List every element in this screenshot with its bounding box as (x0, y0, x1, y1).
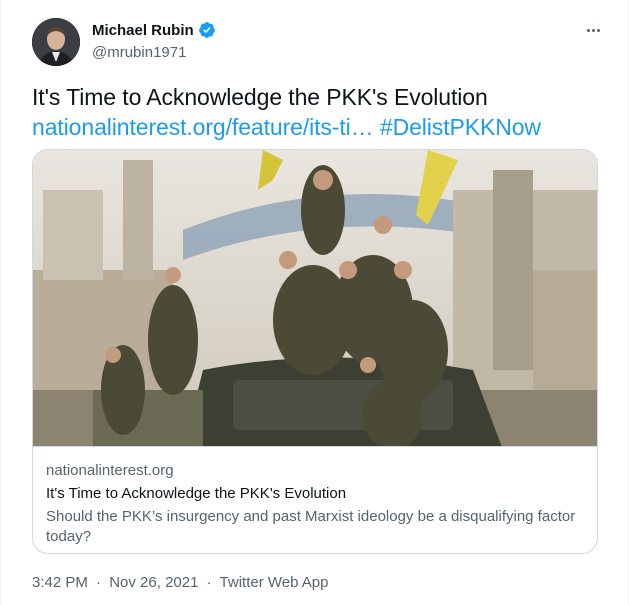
avatar-photo (32, 18, 80, 66)
verified-badge-icon (198, 22, 215, 38)
tweet-metadata: 3:42 PM · Nov 26, 2021 · Twitter Web App (32, 574, 332, 591)
dot (596, 28, 600, 32)
author-name-row[interactable]: Michael Rubin (92, 21, 216, 39)
tweet-text-line: It's Time to Acknowledge the PKK's Evolu… (32, 84, 488, 110)
tweet-text: It's Time to Acknowledge the PKK's Evolu… (32, 82, 597, 142)
tweet-link[interactable]: nationalinterest.org/feature/its-ti… (32, 114, 374, 140)
link-card[interactable]: nationalinterest.org It's Time to Acknow… (32, 149, 598, 554)
card-image[interactable] (33, 150, 597, 446)
card-divider (33, 446, 597, 447)
author-handle[interactable]: @mrubin1971 (92, 44, 186, 61)
card-title: It's Time to Acknowledge the PKK's Evolu… (46, 485, 347, 502)
more-options-icon[interactable] (579, 18, 607, 42)
hashtag-link[interactable]: #DelistPKKNow (380, 114, 541, 140)
card-photo (33, 150, 597, 446)
tweet-time[interactable]: 3:42 PM (32, 574, 88, 591)
card-description: Should the PKK’s insurgency and past Mar… (46, 508, 576, 545)
tweet: Michael Rubin @mrubin1971 It's Time to A… (0, 0, 629, 605)
tweet-date[interactable]: Nov 26, 2021 (109, 574, 198, 591)
card-domain: nationalinterest.org (46, 462, 174, 479)
dot (586, 28, 590, 32)
avatar[interactable] (32, 18, 80, 66)
tweet-source[interactable]: Twitter Web App (220, 574, 329, 591)
dot (591, 28, 595, 32)
left-border (0, 0, 1, 605)
meta-separator: · (206, 574, 212, 591)
author-display-name[interactable]: Michael Rubin (92, 22, 194, 39)
tweet-links-line: nationalinterest.org/feature/its-ti… #De… (32, 112, 597, 142)
meta-separator: · (96, 574, 102, 591)
